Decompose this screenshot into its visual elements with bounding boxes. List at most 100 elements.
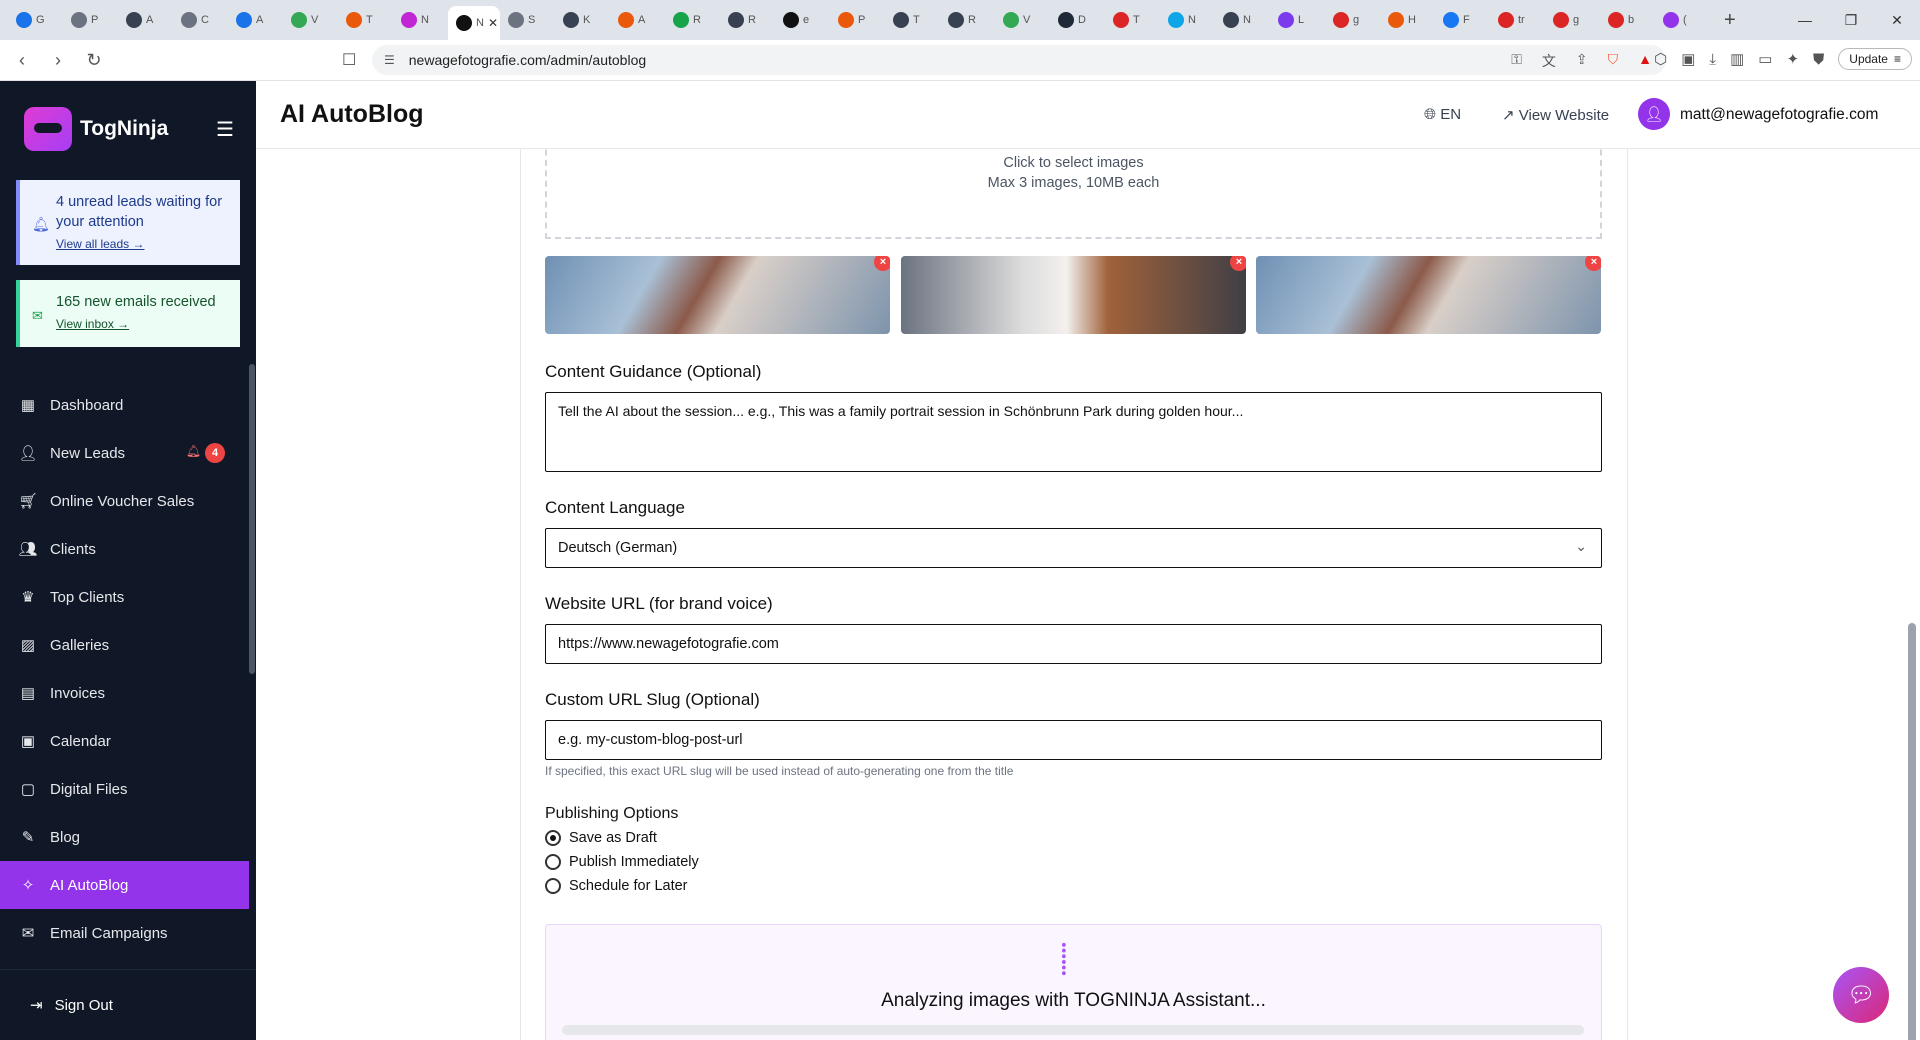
screenshot-icon[interactable]: ▣ xyxy=(1681,50,1695,68)
browser-tab[interactable]: A xyxy=(118,5,173,35)
browser-tab[interactable]: V xyxy=(283,5,338,35)
key-icon[interactable]: ⚿ xyxy=(1511,51,1522,71)
radio-icon[interactable] xyxy=(545,830,561,846)
browser-tab[interactable]: D xyxy=(1050,5,1105,35)
browser-tab[interactable]: g xyxy=(1545,5,1600,35)
browser-tab[interactable]: C xyxy=(173,5,228,35)
view-website-link[interactable]: ↗ View Website xyxy=(1502,106,1609,124)
language-switcher[interactable]: 🌐︎ EN xyxy=(1424,106,1461,123)
tab-favicon-icon xyxy=(1553,12,1569,28)
sidebar-item-digital-files[interactable]: ▢ Digital Files xyxy=(0,765,249,813)
remove-image-icon[interactable]: × xyxy=(1585,256,1601,271)
browser-tab[interactable]: V xyxy=(995,5,1050,35)
sign-out-button[interactable]: ⇥ Sign Out xyxy=(0,969,256,1040)
share-icon[interactable]: ⇪ xyxy=(1576,51,1588,71)
browser-tab[interactable]: R xyxy=(940,5,995,35)
maximize-icon[interactable]: ❐ xyxy=(1828,0,1874,40)
browser-tab[interactable]: N ✕ xyxy=(448,6,500,40)
browser-tab[interactable]: A xyxy=(610,5,665,35)
wallet-icon[interactable]: ▭ xyxy=(1758,50,1772,68)
sidebar-item-new-leads[interactable]: 👤︎ New Leads 🔔︎ 4 xyxy=(0,429,249,477)
rewards-icon[interactable]: ▲ xyxy=(1638,51,1652,71)
browser-tab[interactable]: S xyxy=(500,5,555,35)
back-icon[interactable]: ‹ xyxy=(8,50,36,71)
view-inbox-link[interactable]: View inbox → xyxy=(56,314,228,334)
sidebar-item-clients[interactable]: 👥︎ Clients xyxy=(0,525,249,573)
extensions-icon[interactable]: ⬡ xyxy=(1654,50,1667,68)
image-dropzone[interactable]: Click to select images Max 3 images, 10M… xyxy=(545,149,1602,239)
browser-tab[interactable]: T xyxy=(338,5,393,35)
browser-tab[interactable]: P xyxy=(63,5,118,35)
browser-tab[interactable]: R xyxy=(665,5,720,35)
sidebar-item-ai-autoblog[interactable]: ✧ AI AutoBlog xyxy=(0,861,249,909)
sidebar-scrollbar[interactable] xyxy=(249,364,255,674)
browser-tab[interactable]: T xyxy=(885,5,940,35)
hamburger-menu-icon[interactable]: ☰ xyxy=(216,117,234,142)
browser-tab[interactable]: L xyxy=(1270,5,1325,35)
chat-bubble-button[interactable]: 💬︎ xyxy=(1833,967,1889,1023)
reload-icon[interactable]: ↻ xyxy=(80,50,108,71)
user-email[interactable]: matt@newagefotografie.com xyxy=(1680,106,1878,124)
close-window-icon[interactable]: ✕ xyxy=(1874,0,1920,40)
view-all-leads-link[interactable]: View all leads → xyxy=(56,234,228,254)
sidebar-item-invoices[interactable]: ▤ Invoices xyxy=(0,669,249,717)
user-avatar-icon[interactable]: 👤︎ xyxy=(1638,98,1670,130)
minimize-icon[interactable]: — xyxy=(1782,0,1828,40)
browser-tab[interactable]: R xyxy=(720,5,775,35)
browser-tab[interactable]: G xyxy=(8,5,63,35)
forward-icon[interactable]: › xyxy=(44,50,72,71)
address-bar[interactable]: ☰ newagefotografie.com/admin/autoblog ⚿ … xyxy=(372,45,1666,75)
brand-logo[interactable]: TogNinja xyxy=(24,107,168,151)
browser-tab[interactable]: F xyxy=(1435,5,1490,35)
update-button[interactable]: Update ≡ xyxy=(1838,48,1912,70)
remove-image-icon[interactable]: × xyxy=(874,256,890,271)
content-guidance-textarea[interactable]: Tell the AI about the session... e.g., T… xyxy=(545,392,1602,472)
brave-shield-icon[interactable]: ⛉ xyxy=(1608,51,1619,71)
browser-tab[interactable]: P xyxy=(830,5,885,35)
tab-title: H xyxy=(1408,14,1416,26)
sidebar-item-online-voucher-sales[interactable]: 🛒︎ Online Voucher Sales xyxy=(0,477,249,525)
download-icon[interactable]: ⤓ xyxy=(1709,51,1716,68)
browser-tab[interactable]: N xyxy=(1160,5,1215,35)
translate-icon[interactable]: 文 xyxy=(1542,51,1556,71)
tab-favicon-icon xyxy=(401,12,417,28)
content-language-select[interactable]: Deutsch (German) ⌄ xyxy=(545,528,1602,568)
vpn-icon[interactable]: ⛊ xyxy=(1813,51,1824,68)
browser-tab[interactable]: K xyxy=(555,5,610,35)
sidebar-item-label: Calendar xyxy=(50,732,111,750)
publishing-option-publish-immediately[interactable]: Publish Immediately xyxy=(545,854,699,870)
tab-favicon-icon xyxy=(1498,12,1514,28)
browser-tab[interactable]: H xyxy=(1380,5,1435,35)
browser-tab[interactable]: g xyxy=(1325,5,1380,35)
site-settings-icon[interactable]: ☰ xyxy=(384,53,395,67)
publishing-option-schedule-for-later[interactable]: Schedule for Later xyxy=(545,878,688,894)
sidebar-item-top-clients[interactable]: ♛ Top Clients xyxy=(0,573,249,621)
browser-tab[interactable]: tr xyxy=(1490,5,1545,35)
custom-slug-input[interactable]: e.g. my-custom-blog-post-url xyxy=(545,720,1602,760)
tab-favicon-icon xyxy=(346,12,362,28)
sidebar-item-calendar[interactable]: ▣ Calendar xyxy=(0,717,249,765)
new-tab-icon[interactable]: + xyxy=(1724,9,1736,32)
sidebar-item-dashboard[interactable]: ▦ Dashboard xyxy=(0,381,249,429)
browser-tab[interactable]: N xyxy=(1215,5,1270,35)
radio-icon[interactable] xyxy=(545,878,561,894)
sidebar-item-email-campaigns[interactable]: ✉ Email Campaigns xyxy=(0,909,249,957)
leo-icon[interactable]: ✦ xyxy=(1786,50,1799,68)
remove-image-icon[interactable]: × xyxy=(1230,256,1246,271)
radio-icon[interactable] xyxy=(545,854,561,870)
bookmark-icon[interactable]: ☐ xyxy=(342,50,356,70)
sidebar-toggle-icon[interactable]: ▥ xyxy=(1730,50,1744,68)
sidebar-item-galleries[interactable]: ▨ Galleries xyxy=(0,621,249,669)
website-url-input[interactable]: https://www.newagefotografie.com xyxy=(545,624,1602,664)
close-tab-icon[interactable]: ✕ xyxy=(488,16,498,30)
publishing-options-label: Publishing Options xyxy=(545,805,679,822)
browser-tab[interactable]: N xyxy=(393,5,448,35)
publishing-option-save-as-draft[interactable]: Save as Draft xyxy=(545,830,657,846)
browser-tab[interactable]: b xyxy=(1600,5,1655,35)
sidebar-item-blog[interactable]: ✎ Blog xyxy=(0,813,249,861)
browser-tab[interactable]: A xyxy=(228,5,283,35)
browser-tab[interactable]: ( xyxy=(1655,5,1710,35)
browser-tab[interactable]: e xyxy=(775,5,830,35)
browser-tab[interactable]: T xyxy=(1105,5,1160,35)
page-scrollbar[interactable] xyxy=(1908,623,1916,1040)
